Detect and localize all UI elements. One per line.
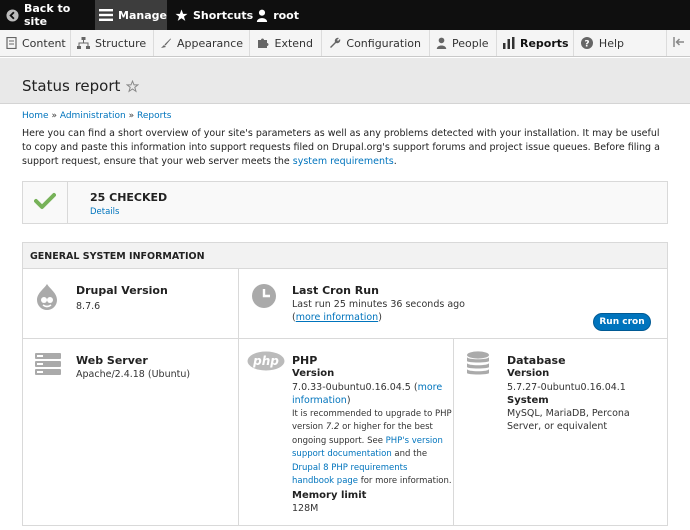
database-version-value: 5.7.27-0ubuntu0.16.04.1 [507,382,626,393]
page-header: Status report [0,58,690,104]
tray-label: Content [22,36,66,50]
details-link[interactable]: Details [90,207,119,217]
person-icon [255,8,268,22]
breadcrumb-reports[interactable]: Reports [137,111,172,121]
tray-item-extend[interactable]: Extend [250,30,322,56]
manage-label: Manage [118,8,167,22]
note-text: for more information. [358,476,452,487]
tray-label: Extend [274,36,314,50]
php-panel: php PHP Version 7.0.33-0ubuntu0.16.04.5 … [239,339,454,525]
drupal-version-panel: Drupal Version 8.7.6 [23,269,239,339]
check-cell [23,182,68,223]
tray-label: Help [598,36,624,50]
tray-label: Configuration [346,36,421,50]
breadcrumb-home[interactable]: Home [22,111,49,121]
shortcut-star-icon[interactable] [126,79,140,93]
shortcuts-label: Shortcuts [193,8,254,22]
tray-label: Reports [520,36,569,50]
drupal-drop-icon [35,283,59,314]
person-icon [436,36,447,50]
run-cron-button[interactable]: Run cron [593,313,651,331]
bar-chart-icon [503,36,515,50]
database-title: Database [507,354,566,367]
paintbrush-icon [160,36,172,50]
tray-item-people[interactable]: People [430,30,497,56]
shortcuts-tab[interactable]: Shortcuts [167,0,253,30]
system-requirements-link[interactable]: system requirements [293,156,394,167]
last-cron-run-panel: Last Cron Run Last run 25 minutes 36 sec… [239,269,667,339]
php-title: PHP [292,354,318,367]
intro-end: . [393,156,397,167]
admin-toolbar: Back to site Manage Shortcuts root [0,0,690,30]
last-cron-run-value: Last run 25 minutes 36 seconds ago [292,299,465,310]
collapse-left-icon [672,36,685,50]
database-system-value: MySQL, MariaDB, Percona Server, or equiv… [507,408,630,432]
back-arrow-icon [6,8,19,22]
tray-item-configuration[interactable]: Configuration [322,30,430,56]
clock-icon [251,283,277,312]
database-version-label: Version [507,368,550,379]
user-label: root [273,8,299,22]
user-tab[interactable]: root [247,0,307,30]
database-icon [466,351,490,380]
page-title: Status report [22,77,140,95]
svg-text:?: ? [584,39,589,49]
page-title-text: Status report [22,77,121,95]
database-system-label: System [507,395,549,406]
web-server-value: Apache/2.4.18 (Ubuntu) [76,369,191,380]
breadcrumb-separator: » [128,111,135,121]
puzzle-icon [256,36,270,50]
checkmark-icon [34,192,56,213]
paren-close: ) [378,312,382,323]
database-panel: Database Version 5.7.27-0ubuntu0.16.04.1… [454,339,667,525]
php-upgrade-note: It is recommended to upgrade to PHP vers… [292,408,452,488]
drupal-version-title: Drupal Version [76,284,168,297]
wrench-icon [328,36,341,50]
star-icon [175,8,188,22]
tray-item-appearance[interactable]: Appearance [154,30,250,56]
collapse-tray-button[interactable] [666,30,690,56]
document-icon [6,36,17,50]
tray-item-content[interactable]: Content [0,30,71,56]
php-version-value: 7.0.33-0ubuntu0.16.04.5 (more informatio… [292,381,450,407]
manage-tab[interactable]: Manage [95,0,167,30]
drupal-version-value: 8.7.6 [76,301,101,312]
intro-text: Here you can find a short overview of yo… [22,127,672,169]
back-to-site-label: Back to site [24,2,71,28]
web-server-panel: Web Server Apache/2.4.18 (Ubuntu) [23,339,239,525]
general-system-information: GENERAL SYSTEM INFORMATION Drupal Versio… [22,242,668,526]
help-icon: ? [580,36,594,50]
svg-text:php: php [252,354,279,368]
note-text: and the [391,449,428,460]
checked-count: 25 CHECKED [90,191,168,204]
back-to-site-link[interactable]: Back to site [0,0,95,30]
breadcrumb-separator: » [51,111,57,121]
cron-more-information-link[interactable]: more information [296,312,378,323]
php-version-label: Version [292,368,335,379]
menu-icon [99,8,113,22]
php-version-text: 7.0.33-0ubuntu0.16.04.5 ( [292,382,418,393]
section-heading: GENERAL SYSTEM INFORMATION [23,243,667,269]
last-cron-run-title: Last Cron Run [292,284,379,297]
admin-tray: Content Structure Appearance Extend Conf… [0,30,690,57]
breadcrumb-administration[interactable]: Administration [60,111,126,121]
tray-item-structure[interactable]: Structure [71,30,154,56]
tray-label: Structure [95,36,147,50]
checks-summary: 25 CHECKED Details [22,181,668,224]
sitemap-icon [77,36,90,50]
web-server-title: Web Server [76,354,148,367]
php-logo-icon: php [247,351,285,374]
paren-close: ) [346,395,351,406]
note-version: 7.2 [325,422,340,433]
tray-label: People [452,36,489,50]
memory-limit-value: 128M [292,503,319,514]
tray-item-reports[interactable]: Reports [497,30,574,56]
cron-more-info: (more information) [292,311,382,324]
tray-label: Appearance [177,36,244,50]
server-icon [35,353,61,378]
breadcrumb: Home » Administration » Reports [22,111,172,121]
tray-item-help[interactable]: ? Help [574,30,632,56]
memory-limit-label: Memory limit [292,490,367,501]
